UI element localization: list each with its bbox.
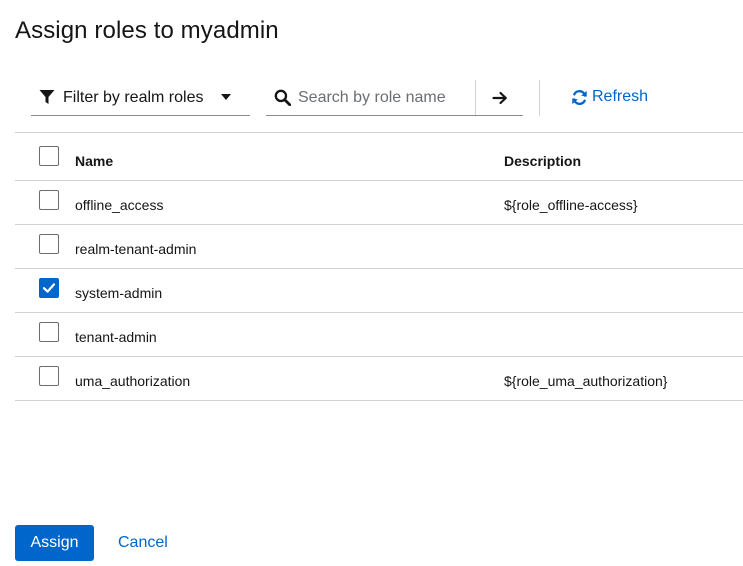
row-checkbox[interactable] bbox=[39, 278, 59, 298]
roles-table: Name Description offline_access ${role_o… bbox=[15, 132, 743, 401]
row-checkbox[interactable] bbox=[39, 234, 59, 254]
arrow-right-icon bbox=[491, 91, 507, 104]
row-checkbox[interactable] bbox=[39, 190, 59, 210]
role-name: offline_access bbox=[75, 197, 164, 213]
role-name: tenant-admin bbox=[75, 329, 157, 345]
toolbar: Filter by realm roles Refresh bbox=[0, 80, 743, 116]
refresh-button[interactable]: Refresh bbox=[571, 88, 648, 106]
search-icon bbox=[274, 89, 291, 106]
role-description: ${role_offline-access} bbox=[504, 197, 638, 213]
checkmark-icon bbox=[42, 283, 56, 293]
row-checkbox[interactable] bbox=[39, 366, 59, 386]
table-row[interactable]: realm-tenant-admin bbox=[15, 225, 743, 269]
search-input[interactable] bbox=[298, 80, 474, 115]
filter-dropdown[interactable]: Filter by realm roles bbox=[31, 80, 250, 116]
toolbar-separator bbox=[539, 80, 540, 116]
filter-label: Filter by realm roles bbox=[63, 89, 204, 106]
role-name: uma_authorization bbox=[75, 373, 191, 389]
filter-icon bbox=[39, 90, 55, 104]
search-group bbox=[266, 80, 523, 116]
column-header-description: Description bbox=[504, 153, 582, 169]
table-row[interactable]: uma_authorization ${role_uma_authorizati… bbox=[15, 357, 743, 401]
refresh-label: Refresh bbox=[592, 88, 649, 105]
assign-button[interactable]: Assign bbox=[15, 525, 94, 561]
cancel-button[interactable]: Cancel bbox=[118, 534, 168, 552]
table-row[interactable]: system-admin bbox=[15, 269, 743, 313]
table-row[interactable]: offline_access ${role_offline-access} bbox=[15, 181, 743, 225]
modal-title: Assign roles to myadmin bbox=[15, 17, 279, 44]
table-row[interactable]: tenant-admin bbox=[15, 313, 743, 357]
column-header-name: Name bbox=[75, 153, 114, 169]
role-name: system-admin bbox=[75, 285, 163, 301]
role-name: realm-tenant-admin bbox=[75, 241, 197, 257]
caret-down-icon bbox=[221, 94, 231, 100]
row-checkbox[interactable] bbox=[39, 322, 59, 342]
search-submit-button[interactable] bbox=[476, 80, 523, 115]
table-header: Name Description bbox=[15, 132, 743, 181]
role-description: ${role_uma_authorization} bbox=[504, 373, 668, 389]
select-all-checkbox[interactable] bbox=[39, 146, 59, 166]
refresh-icon bbox=[572, 89, 587, 105]
